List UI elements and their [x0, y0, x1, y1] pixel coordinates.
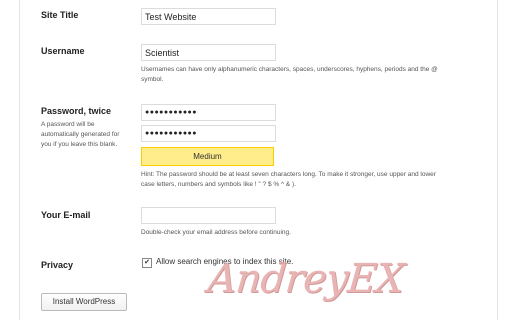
password-hint-line-2: case letters, numbers and symbols like !… [141, 181, 296, 188]
site-title-input[interactable]: Test Website [141, 8, 276, 25]
username-hint-line-1: Usernames can have only alphanumeric cha… [141, 66, 438, 73]
watermark-logo: AndreyEX [205, 256, 406, 302]
privacy-checkbox[interactable]: ✔ [142, 258, 152, 268]
email-hint: Double-check your email address before c… [141, 229, 291, 236]
password-confirm-input[interactable]: ●●●●●●●●●●● [141, 125, 276, 142]
install-wordpress-button[interactable]: Install WordPress [41, 293, 127, 311]
username-label: Username [41, 46, 85, 56]
password-label: Password, twice [41, 106, 112, 116]
site-title-label: Site Title [41, 10, 79, 20]
password-strength-meter: Medium [141, 147, 274, 166]
email-input[interactable] [141, 207, 276, 224]
username-hint-line-2: symbol. [141, 76, 164, 83]
password-input[interactable]: ●●●●●●●●●●● [141, 104, 276, 121]
username-input[interactable]: Scientist [141, 44, 276, 61]
password-side-description: A password will be automatically generat… [41, 121, 120, 148]
privacy-label: Privacy [41, 260, 74, 270]
email-label: Your E-mail [41, 210, 91, 220]
